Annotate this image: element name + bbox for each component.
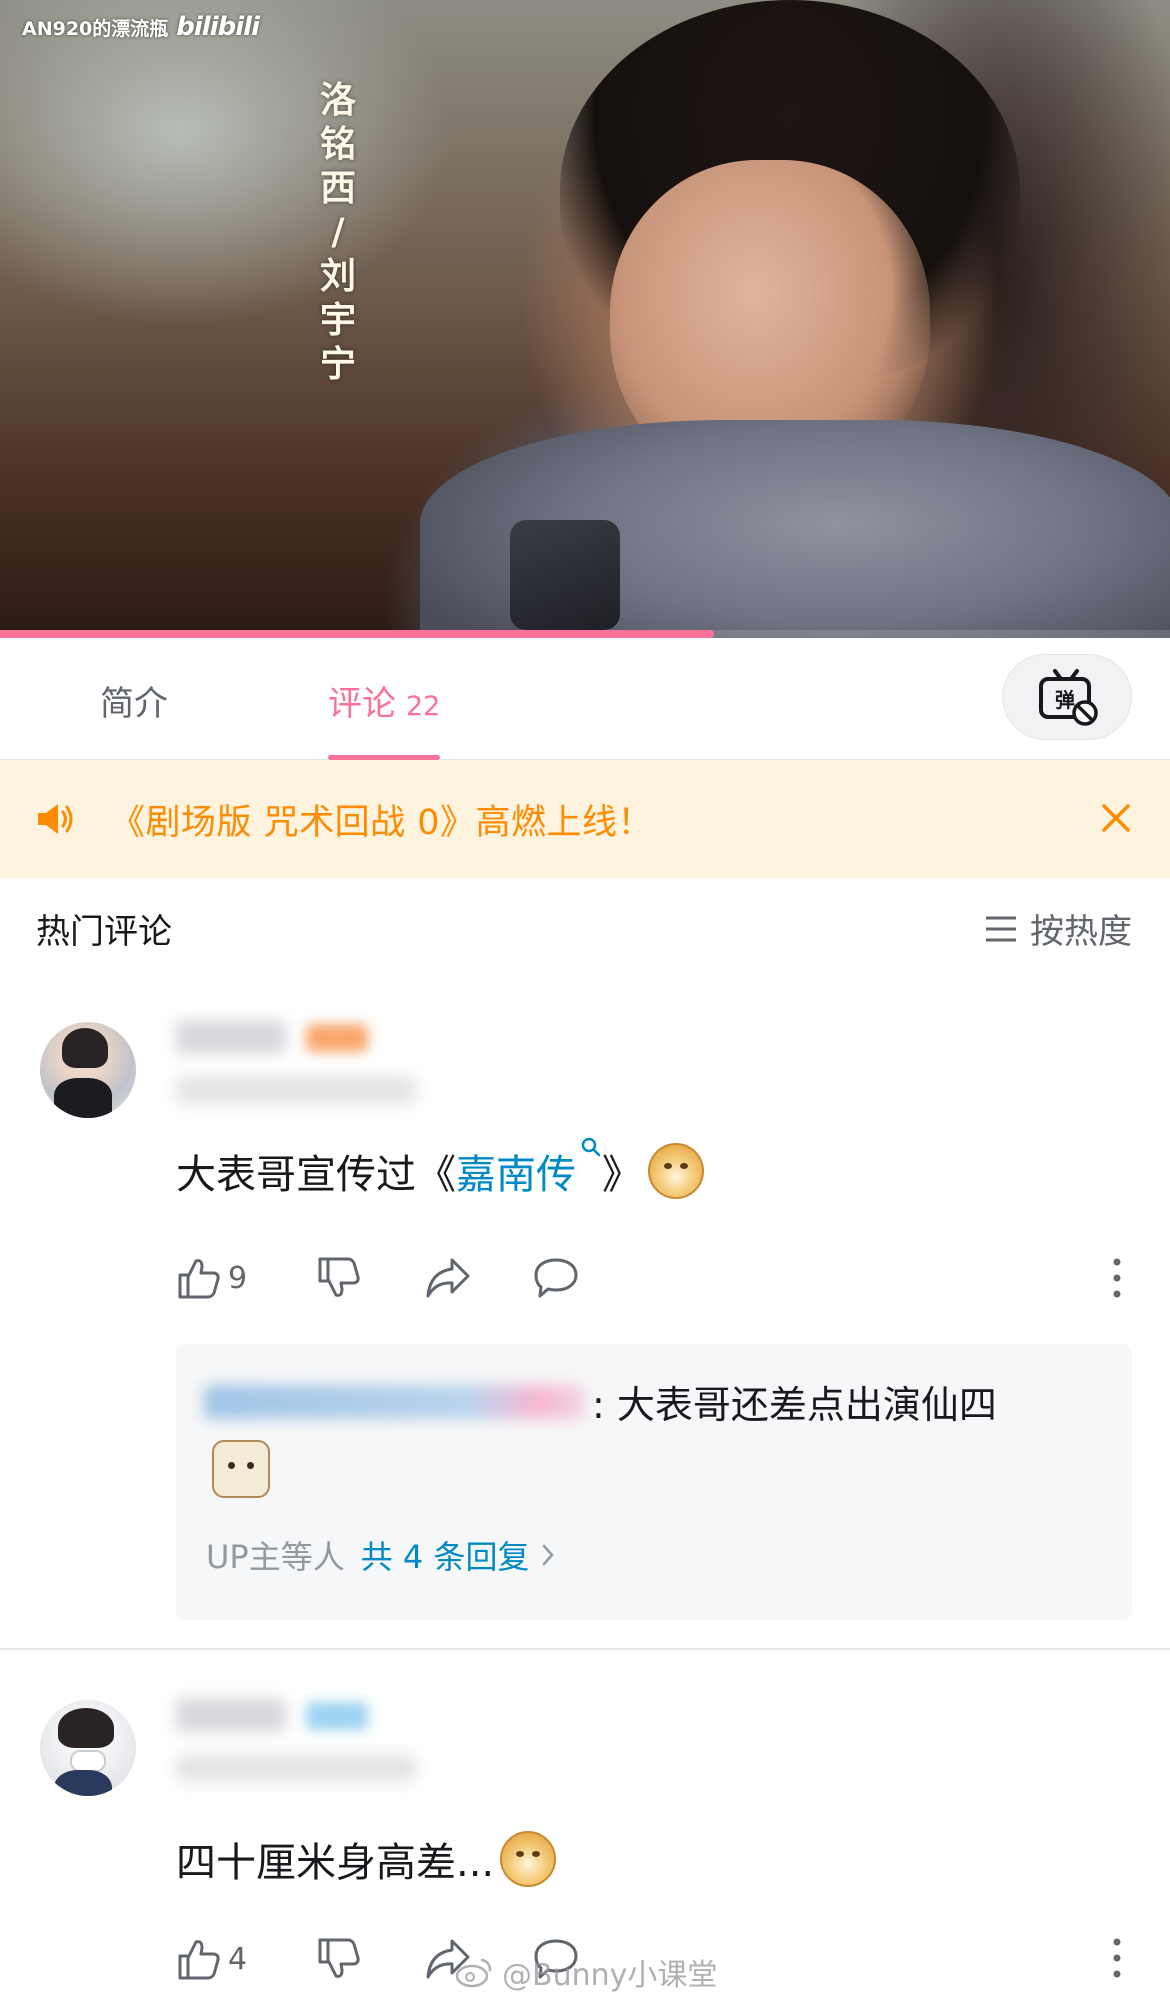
chevron-right-icon [543,1544,555,1566]
image-watermark: @Bunny小课堂 [454,1950,717,1994]
close-icon[interactable] [1096,798,1136,838]
reply-button[interactable] [532,1256,580,1300]
comment-text-body: 四十厘米身高差... [176,1840,495,1886]
timestamp-blurred [176,1754,416,1782]
tab-comments-label: 评论 [328,684,396,724]
avatar[interactable] [40,1022,136,1118]
dog-face-emoji-icon [212,1440,270,1498]
tab-intro-label: 简介 [100,684,168,724]
video-progress-bar[interactable] [0,630,1170,638]
comment-text-before: 大表哥宣传过《 [176,1152,456,1198]
sort-button[interactable]: 按热度 [984,904,1132,953]
timestamp-blurred [176,1076,416,1104]
like-count: 4 [228,1941,248,1977]
thumbs-down-icon [318,1257,360,1297]
search-link[interactable]: 嘉南传 [456,1137,602,1200]
caption-char: 刘 [319,255,356,297]
thumbs-down-icon [318,1938,360,1978]
caption-char: 宁 [319,343,356,385]
username-blurred[interactable] [176,1698,286,1732]
sort-label: 按热度 [1030,912,1132,952]
avatar-body [54,1078,112,1118]
video-player[interactable]: AN920的漂流瓶 bilibili 洛 铭 西 / 刘 宇 宁 [0,0,1170,638]
doge-emoji-icon [500,1831,557,1887]
avatar[interactable] [40,1700,136,1796]
reply-total-link[interactable]: 共 4 条回复 [361,1532,530,1578]
caption-char: 洛 [319,79,356,121]
level-badge-blurred [306,1702,368,1730]
level-badge-blurred [306,1024,368,1052]
comment-text[interactable]: 大表哥宣传过《 嘉南传 》 [176,1137,704,1200]
list-icon [986,916,1016,941]
search-link-text: 嘉南传 [456,1152,576,1198]
reply-preview-text: : 大表哥还差点出演仙四 [592,1383,997,1427]
more-options-icon[interactable] [1110,1936,1124,1980]
comment-item: 大表哥宣传过《 嘉南传 》 9: 大表哥还差点出演仙四 UP主等人 共 4 条… [0,1010,1170,1650]
speaker-icon [38,804,73,834]
comment-actions: 9 [176,1253,580,1303]
more-options-icon[interactable] [1110,1256,1124,1300]
like-count: 9 [228,1260,248,1296]
video-vertical-caption: 洛 铭 西 / 刘 宇 宁 [318,78,358,386]
image-watermark-text: @Bunny小课堂 [502,1958,718,1993]
video-watermark: AN920的漂流瓶 bilibili [22,12,260,42]
reply-summary-prefix: UP主等人 [206,1538,345,1576]
share-icon [426,1258,470,1298]
avatar-body [54,1770,112,1796]
caption-char: 西 [319,167,356,209]
username-blurred[interactable] [176,1020,286,1054]
svg-text:弹: 弹 [1055,688,1075,712]
reply-username-blurred[interactable] [204,1384,584,1419]
thumbs-up-icon [178,1940,220,1980]
tab-intro[interactable]: 简介 [100,676,168,760]
reply-preview-box[interactable]: : 大表哥还差点出演仙四 UP主等人 共 4 条回复 [176,1344,1132,1620]
danmaku-off-icon: 弹 [1039,669,1098,726]
hot-comments-title: 热门评论 [36,912,172,952]
danmaku-toggle-button[interactable]: 弹 [1002,654,1132,740]
reply-summary[interactable]: UP主等人 共 4 条回复 [206,1532,555,1578]
thumbs-up-icon [178,1259,220,1299]
comments-header: 热门评论 按热度 [0,878,1170,978]
video-progress-fill [0,630,714,638]
promo-banner[interactable]: 《剧场版 咒术回战 0》高燃上线！ [0,760,1170,878]
tab-comments[interactable]: 评论 22 [328,676,441,760]
comment-text[interactable]: 四十厘米身高差... [176,1830,557,1888]
tab-bar: 简介 评论 22 弹 [0,638,1170,760]
caption-char: 铭 [319,123,356,165]
avatar-hair [62,1028,108,1068]
dislike-button[interactable] [316,1936,424,1982]
avatar-hair [58,1708,114,1748]
caption-char: / [331,211,345,253]
weibo-logo-icon [455,1958,492,1988]
watermark-channel: AN920的漂流瓶 [22,17,169,40]
share-button[interactable] [424,1256,532,1300]
tab-comments-count: 22 [406,691,441,722]
reply-preview-line: : 大表哥还差点出演仙四 [204,1374,997,1429]
like-button[interactable]: 4 [176,1936,316,1982]
comment-text-after: 》 [602,1152,642,1198]
caption-char: 宇 [319,299,356,341]
comment-bubble-icon [534,1258,578,1298]
avatar-mask [70,1750,106,1772]
like-button[interactable]: 9 [176,1255,316,1301]
video-frame-cup [510,520,620,630]
comment-divider [0,1648,1170,1650]
bilibili-logo: bilibili [176,12,260,42]
promo-banner-text[interactable]: 《剧场版 咒术回战 0》高燃上线！ [110,794,653,845]
doge-emoji-icon [648,1143,704,1199]
search-icon [581,1137,601,1157]
dislike-button[interactable] [316,1255,424,1301]
